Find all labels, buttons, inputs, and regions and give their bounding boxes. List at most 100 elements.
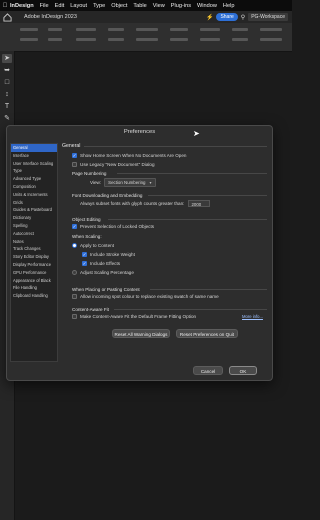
control-field[interactable] — [260, 28, 282, 31]
more-info-link[interactable]: More info... — [242, 314, 263, 319]
divider — [148, 195, 267, 196]
control-panel — [0, 23, 292, 52]
radio-selected-icon[interactable] — [72, 243, 77, 248]
reset-warnings-button[interactable]: Reset All Warning Dialogs — [112, 329, 170, 338]
sidebar-item-interface[interactable]: Interface — [11, 152, 57, 160]
menu-edit[interactable]: Edit — [55, 3, 65, 9]
control-field[interactable] — [48, 28, 62, 31]
control-field[interactable] — [200, 38, 220, 41]
sidebar-item-gpu-performance[interactable]: GPU Performance — [11, 269, 57, 277]
checkbox-unchecked-icon[interactable] — [72, 162, 77, 167]
type-tool-icon[interactable]: T — [2, 102, 12, 111]
search-icon[interactable]: ⚲ — [241, 14, 245, 21]
checkbox-unchecked-icon[interactable] — [72, 294, 77, 299]
control-field[interactable] — [232, 38, 248, 41]
menu-indesign[interactable]: InDesign — [10, 3, 34, 9]
control-field[interactable] — [108, 38, 124, 41]
reset-preferences-button[interactable]: Reset Preferences on Quit — [176, 329, 238, 338]
control-field[interactable] — [76, 28, 96, 31]
show-home-screen-label: Show Home Screen When No Documents Are O… — [80, 153, 187, 158]
show-home-screen-row[interactable]: ✓ Show Home Screen When No Documents Are… — [72, 153, 186, 158]
control-field[interactable] — [232, 28, 248, 31]
prevent-locked-label: Prevent Selection of Locked Objects — [80, 224, 155, 229]
subset-threshold-field[interactable]: 2000 — [188, 200, 211, 207]
radio-unselected-icon[interactable] — [72, 270, 77, 275]
sidebar-item-ui-scaling[interactable]: User Interface Scaling — [11, 160, 57, 168]
adjust-scaling-label: Adjust Scaling Percentage — [80, 270, 134, 275]
menu-file[interactable]: File — [40, 3, 49, 9]
control-field[interactable] — [76, 38, 96, 41]
checkbox-checked-icon[interactable]: ✓ — [72, 224, 77, 229]
adjust-scaling-row[interactable]: Adjust Scaling Percentage — [72, 270, 134, 275]
checkbox-checked-icon[interactable]: ✓ — [82, 252, 87, 257]
page-tool-icon[interactable]: □ — [2, 78, 12, 87]
menu-type[interactable]: Type — [93, 3, 105, 9]
cancel-button[interactable]: Cancel — [193, 366, 223, 375]
sidebar-item-grids[interactable]: Grids — [11, 199, 57, 207]
menu-help[interactable]: Help — [223, 3, 235, 9]
sidebar-item-general[interactable]: General — [11, 144, 57, 152]
sidebar-item-appearance-of-black[interactable]: Appearance of Black — [11, 277, 57, 285]
sidebar-item-guides[interactable]: Guides & Pasteboard — [11, 206, 57, 214]
divider — [114, 309, 267, 310]
menu-object[interactable]: Object — [111, 3, 127, 9]
sidebar-item-advanced-type[interactable]: Advanced Type — [11, 175, 57, 183]
sidebar-item-dictionary[interactable]: Dictionary — [11, 214, 57, 222]
menu-layout[interactable]: Layout — [70, 3, 87, 9]
checkbox-checked-icon[interactable]: ✓ — [82, 261, 87, 266]
divider — [150, 289, 267, 290]
divider — [84, 146, 267, 147]
control-field[interactable] — [20, 28, 38, 31]
preferences-dialog: Preferences General Interface User Inter… — [6, 125, 273, 381]
sidebar-item-autocorrect[interactable]: Autocorrect — [11, 230, 57, 238]
control-field[interactable] — [260, 38, 282, 41]
menu-table[interactable]: Table — [133, 3, 146, 9]
control-field[interactable] — [108, 28, 124, 31]
control-field[interactable] — [200, 28, 220, 31]
checkbox-unchecked-icon[interactable] — [72, 314, 77, 319]
workspace-switcher[interactable]: PG-Workspace — [248, 13, 288, 21]
apple-icon[interactable]:  — [0, 3, 10, 9]
prevent-locked-row[interactable]: ✓ Prevent Selection of Locked Objects — [72, 224, 154, 229]
gap-tool-icon[interactable]: ↕ — [2, 90, 12, 99]
sidebar-item-notes[interactable]: Notes — [11, 238, 57, 246]
subset-fonts-row: Always subset fonts with glyph counts gr… — [80, 200, 211, 207]
use-legacy-row[interactable]: Use Legacy "New Document" Dialog — [72, 162, 155, 167]
sidebar-item-composition[interactable]: Composition — [11, 183, 57, 191]
control-field[interactable] — [170, 38, 188, 41]
home-icon[interactable] — [3, 12, 12, 22]
sidebar-item-spelling[interactable]: Spelling — [11, 222, 57, 230]
control-field[interactable] — [20, 38, 38, 41]
sidebar-item-type[interactable]: Type — [11, 167, 57, 175]
sidebar-item-track-changes[interactable]: Track Changes — [11, 245, 57, 253]
object-editing-header: Object Editing — [72, 217, 101, 222]
sidebar-item-file-handling[interactable]: File Handling — [11, 284, 57, 292]
sidebar-item-display-performance[interactable]: Display Performance — [11, 261, 57, 269]
control-field[interactable] — [170, 28, 188, 31]
selection-tool-icon[interactable]: ➤ — [2, 54, 12, 63]
page-numbering-view-row: View: Section Numbering ▾ — [90, 178, 156, 187]
lightning-icon[interactable]: ⚡ — [206, 14, 213, 21]
include-effects-row[interactable]: ✓ Include Effects — [82, 261, 120, 266]
menu-plugins[interactable]: Plug-ins — [171, 3, 191, 9]
view-select[interactable]: Section Numbering ▾ — [104, 178, 156, 187]
make-default-row[interactable]: Make Content-Aware Fit the Default Frame… — [72, 314, 196, 319]
apply-to-content-row[interactable]: Apply to Content — [72, 243, 114, 248]
allow-spot-row[interactable]: Allow incoming spot colour to replace ex… — [72, 294, 219, 299]
control-field[interactable] — [136, 38, 158, 41]
ok-button[interactable]: OK — [229, 366, 257, 375]
when-scaling-header: When Scaling: — [72, 234, 102, 239]
direct-selection-tool-icon[interactable]: ➥ — [2, 66, 12, 75]
menu-view[interactable]: View — [153, 3, 165, 9]
sidebar-item-clipboard[interactable]: Clipboard Handling — [11, 292, 57, 300]
sidebar-item-units[interactable]: Units & Increments — [11, 191, 57, 199]
include-stroke-row[interactable]: ✓ Include Stroke Weight — [82, 252, 135, 257]
share-button[interactable]: Share — [216, 13, 238, 21]
checkbox-checked-icon[interactable]: ✓ — [72, 153, 77, 158]
menu-window[interactable]: Window — [197, 3, 217, 9]
control-field[interactable] — [136, 28, 158, 31]
include-stroke-label: Include Stroke Weight — [90, 252, 135, 257]
control-field[interactable] — [48, 38, 62, 41]
sidebar-item-story-editor[interactable]: Story Editor Display — [11, 253, 57, 261]
pen-tool-icon[interactable]: ✎ — [2, 114, 12, 123]
